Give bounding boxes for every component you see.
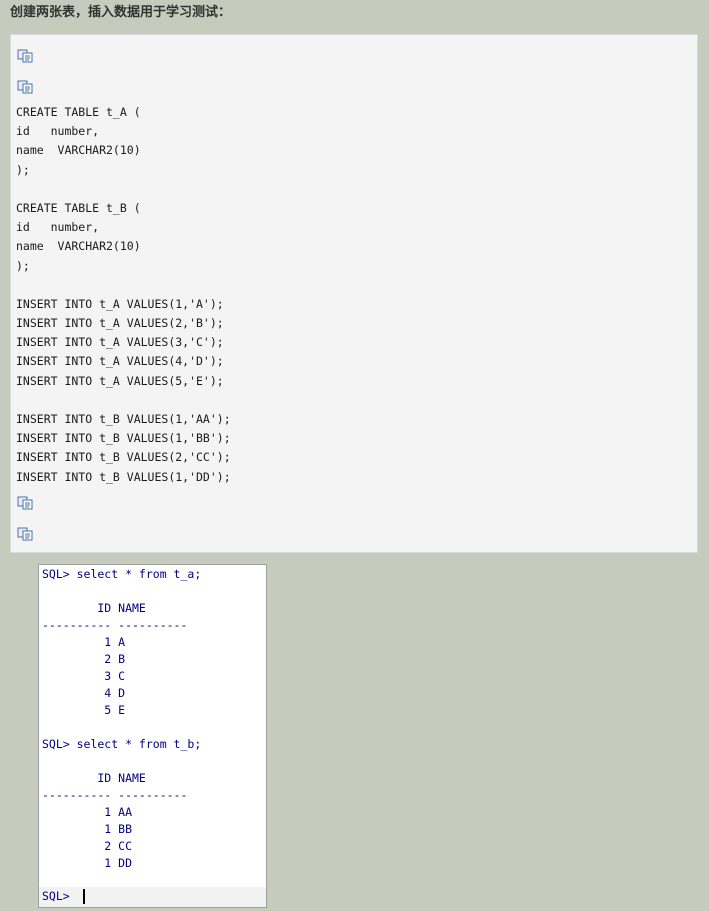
console-line: 1 A [42, 635, 126, 649]
console-line: 1 AA [42, 805, 133, 819]
code-line: INSERT INTO t_A VALUES(2,'B'); [16, 316, 224, 331]
console-line: ID NAME [42, 771, 146, 785]
console-line: ID NAME [42, 601, 146, 615]
code-line: INSERT INTO t_B VALUES(1,'BB'); [16, 431, 231, 446]
console-line: SQL> select * from t_a; [42, 567, 202, 581]
console-prompt-line[interactable]: SQL> [39, 887, 266, 907]
code-line: name VARCHAR2(10) [16, 143, 141, 158]
console-line: ---------- ---------- [42, 788, 188, 802]
sql-prompt: SQL> [42, 889, 77, 903]
console-line: 5 E [42, 703, 126, 717]
console-line: ---------- ---------- [42, 618, 188, 632]
code-line: INSERT INTO t_B VALUES(1,'AA'); [16, 412, 231, 426]
console-output: SQL> select * from t_a; ID NAME ---------… [42, 566, 201, 872]
code-line: id number, [16, 220, 100, 235]
copy-icon[interactable] [17, 49, 33, 63]
code-line: INSERT INTO t_B VALUES(1,'DD'); [16, 469, 231, 484]
copy-icon[interactable] [17, 80, 33, 94]
code-line: INSERT INTO t_B VALUES(2,'CC'); [16, 450, 231, 465]
console-line: 2 B [42, 652, 126, 666]
sql-code: CREATE TABLE t_A ( id number, name VARCHAR… [16, 103, 231, 487]
code-line: ); [16, 162, 30, 177]
code-line: INSERT INTO t_A VALUES(1,'A'); [16, 296, 224, 311]
code-line: CREATE TABLE t_A ( [16, 105, 141, 119]
console-line: SQL> select * from t_b; [42, 737, 202, 751]
console-line: 2 CC [42, 839, 133, 853]
copy-icon[interactable] [17, 496, 33, 510]
code-line: INSERT INTO t_A VALUES(3,'C'); [16, 335, 224, 350]
console-line: 3 C [42, 669, 126, 683]
code-line: INSERT INTO t_A VALUES(4,'D'); [16, 354, 224, 369]
text-cursor [83, 889, 85, 904]
code-line: id number, [16, 124, 100, 139]
code-block: CREATE TABLE t_A ( id number, name VARCHAR… [10, 34, 698, 553]
code-line: name VARCHAR2(10) [16, 239, 141, 254]
copy-icon[interactable] [17, 527, 33, 541]
console-line: 1 DD [42, 856, 133, 870]
code-line: CREATE TABLE t_B ( [16, 200, 141, 215]
console-line: 4 D [42, 686, 126, 700]
sqlplus-console: SQL> select * from t_a; ID NAME ---------… [38, 564, 267, 908]
console-line: 1 BB [42, 822, 133, 836]
section-heading: 创建两张表，插入数据用于学习测试： [10, 4, 232, 19]
code-line: ); [16, 258, 30, 273]
code-line: INSERT INTO t_A VALUES(5,'E'); [16, 373, 224, 388]
